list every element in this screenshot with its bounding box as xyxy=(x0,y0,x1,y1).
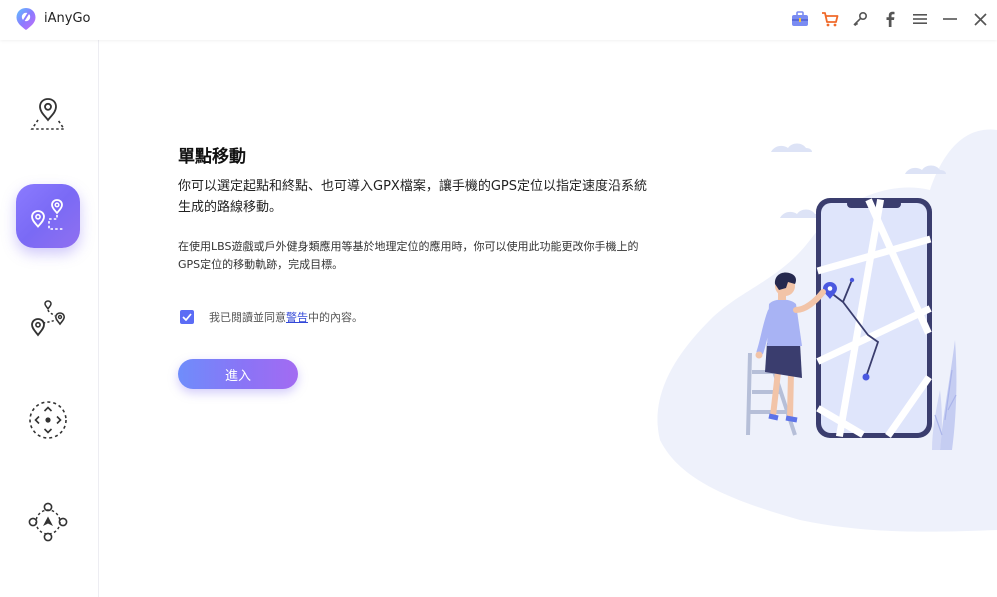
phone-route-illustration xyxy=(657,129,997,532)
agreement-suffix: 中的內容。 xyxy=(308,311,363,324)
minimize-icon xyxy=(943,18,957,20)
mode-sidebar xyxy=(0,40,99,597)
menu-icon xyxy=(913,14,927,24)
key-icon xyxy=(853,11,868,26)
feature-description: 你可以選定起點和終點、也可導入GPX檔案，讓手機的GPS定位以指定速度沿系統生成… xyxy=(178,179,647,215)
enter-button[interactable]: 進入 xyxy=(178,359,298,389)
sidebar-item-change-location[interactable] xyxy=(16,82,80,146)
cart-button[interactable] xyxy=(820,9,840,29)
direction-control-icon xyxy=(28,502,68,542)
page-title: 單點移動 xyxy=(178,147,246,167)
cart-icon xyxy=(822,12,839,27)
close-button[interactable] xyxy=(970,9,990,29)
sidebar-item-joystick-movement[interactable] xyxy=(16,388,80,452)
toolbox-button[interactable] xyxy=(790,9,810,29)
agreement-checkbox[interactable] xyxy=(180,310,194,324)
key-button[interactable] xyxy=(850,9,870,29)
multi-spot-route-icon xyxy=(31,300,66,337)
sidebar-item-gps-joystick[interactable] xyxy=(16,490,80,554)
app-name: iAnyGo xyxy=(44,11,91,26)
facebook-button[interactable] xyxy=(880,9,900,29)
close-icon xyxy=(973,12,987,26)
toolbox-icon xyxy=(792,11,808,26)
minimize-button[interactable] xyxy=(940,9,960,29)
two-spot-route-icon xyxy=(31,199,63,230)
sidebar-item-single-spot-movement[interactable] xyxy=(16,184,80,248)
facebook-icon xyxy=(886,11,895,27)
agreement-prefix: 我已閱讀並同意 xyxy=(209,311,286,324)
app-logo-icon xyxy=(16,8,36,30)
feature-note: 在使用LBS遊戲或戶外健身類應用等基於地理定位的應用時，你可以使用此功能更改你手… xyxy=(178,240,639,271)
joystick-icon xyxy=(29,401,67,439)
warning-link[interactable]: 警告 xyxy=(286,309,308,325)
agreement-row: 我已閱讀並同意 警告 中的內容。 xyxy=(180,309,363,325)
checkmark-icon xyxy=(182,313,192,321)
sidebar-item-multi-spot-movement[interactable] xyxy=(16,286,80,350)
menu-button[interactable] xyxy=(910,9,930,29)
location-pin-icon xyxy=(30,98,66,130)
title-bar: iAnyGo xyxy=(0,0,997,40)
